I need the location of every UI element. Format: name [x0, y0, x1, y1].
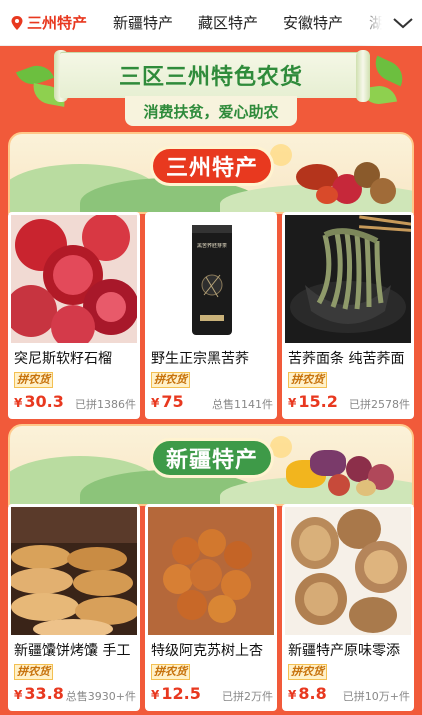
- sold-count: 已拼10万+件: [342, 690, 410, 703]
- tab-label: 三州特产: [27, 14, 88, 32]
- promo-banner: 三区三州特色农货 消费扶贫，爱心助农: [0, 46, 422, 130]
- product-image-naan: [11, 507, 137, 635]
- product-grid-sanzhou: 突尼斯软籽石榴 拼农货 ¥30.3 已拼1386件 黑苦荞胚芽茶 野生正宗黑苦荞…: [8, 212, 414, 419]
- product-price: ¥33.8: [14, 684, 64, 703]
- price-value: 75: [161, 392, 184, 411]
- pin-nonghuo-badge: 拼农货: [151, 664, 190, 680]
- tab-xinjiang[interactable]: 新疆特产: [113, 0, 173, 46]
- product-name: 野生正宗黑苦荞: [151, 351, 249, 367]
- currency-symbol: ¥: [14, 688, 23, 702]
- banner-title: 三区三州特色农货: [118, 65, 303, 90]
- sold-count: 已拼2578件: [349, 398, 410, 411]
- tab-zangqu[interactable]: 藏区特产: [198, 0, 258, 46]
- product-image-walnuts: [285, 507, 411, 635]
- section-header-sanzhou: 三州特产: [8, 132, 414, 214]
- section-title-pill: 三州特产: [150, 146, 274, 186]
- currency-symbol: ¥: [288, 396, 297, 410]
- product-image-pomegranate: [11, 215, 137, 343]
- section-header-xinjiang: 新疆特产: [8, 424, 414, 506]
- section-title: 三州特产: [165, 156, 258, 181]
- product-image-noodles: [285, 215, 411, 343]
- product-price: ¥12.5: [151, 684, 201, 703]
- product-card[interactable]: 特级阿克苏树上杏 拼农货 ¥12.5 已拼2万件: [145, 504, 277, 711]
- section-title-pill: 新疆特产: [150, 438, 274, 478]
- sold-count: 已拼2万件: [222, 690, 273, 703]
- banner-scroll: 三区三州特色农货: [60, 52, 362, 98]
- tab-sanzhou[interactable]: 三州特产: [10, 0, 87, 46]
- product-name: 特级阿克苏树上杏: [151, 643, 263, 659]
- pin-nonghuo-badge: 拼农货: [14, 372, 53, 388]
- section-title: 新疆特产: [165, 448, 258, 473]
- product-price: ¥75: [151, 392, 184, 411]
- product-name: 新疆特产原味零添: [288, 643, 400, 659]
- product-card[interactable]: 新疆特产原味零添 拼农货 ¥8.8 已拼10万+件: [282, 504, 414, 711]
- currency-symbol: ¥: [14, 396, 23, 410]
- product-card[interactable]: 突尼斯软籽石榴 拼农货 ¥30.3 已拼1386件: [8, 212, 140, 419]
- pin-nonghuo-badge: 拼农货: [288, 664, 327, 680]
- pin-nonghuo-badge: 拼农货: [14, 664, 53, 680]
- sold-count: 已拼1386件: [75, 398, 136, 411]
- category-tab-bar: 三州特产 新疆特产 藏区特产 安徽特产 湖: [0, 0, 422, 46]
- product-grid-xinjiang: 新疆馕饼烤馕 手工 拼农货 ¥33.8 总售3930+件 特级阿克苏树上杏 拼农…: [8, 504, 414, 711]
- currency-symbol: ¥: [151, 688, 160, 702]
- product-image-tea-can: 黑苦荞胚芽茶: [148, 215, 274, 343]
- sold-count: 总售1141件: [212, 398, 273, 411]
- product-card[interactable]: 新疆馕饼烤馕 手工 拼农货 ¥33.8 总售3930+件: [8, 504, 140, 711]
- price-value: 8.8: [298, 684, 327, 703]
- tab-anhui[interactable]: 安徽特产: [283, 0, 343, 46]
- leaf-decoration: [369, 55, 409, 87]
- product-name: 苦荞面条 纯苦荞面: [288, 351, 405, 367]
- price-value: 30.3: [24, 392, 64, 411]
- price-value: 15.2: [298, 392, 338, 411]
- tab-label: 藏区特产: [198, 14, 259, 32]
- product-card[interactable]: 苦荞面条 纯苦荞面 拼农货 ¥15.2 已拼2578件: [282, 212, 414, 419]
- chevron-down-icon: [393, 18, 413, 29]
- product-price: ¥30.3: [14, 392, 64, 411]
- tea-can-label: 黑苦荞胚芽茶: [196, 243, 227, 249]
- product-card[interactable]: 黑苦荞胚芽茶 野生正宗黑苦荞 拼农货 ¥75 总售1141件: [145, 212, 277, 419]
- product-price: ¥15.2: [288, 392, 338, 411]
- tab-label: 新疆特产: [113, 14, 174, 32]
- more-tabs-button[interactable]: [384, 0, 422, 46]
- tab-label: 安徽特产: [283, 14, 344, 32]
- price-value: 33.8: [24, 684, 64, 703]
- pin-nonghuo-badge: 拼农货: [151, 372, 190, 388]
- product-name: 新疆馕饼烤馕 手工: [14, 643, 131, 659]
- currency-symbol: ¥: [288, 688, 297, 702]
- pin-nonghuo-badge: 拼农货: [288, 372, 327, 388]
- banner-subtitle-box: 消费扶贫，爱心助农: [125, 96, 297, 126]
- location-pin-icon: [11, 15, 23, 30]
- product-image-apricots: [148, 507, 274, 635]
- currency-symbol: ¥: [151, 396, 160, 410]
- price-value: 12.5: [161, 684, 201, 703]
- product-price: ¥8.8: [288, 684, 327, 703]
- scroll-roll-right: [356, 50, 370, 102]
- sold-count: 总售3930+件: [65, 690, 136, 703]
- product-name: 突尼斯软籽石榴: [14, 351, 112, 367]
- banner-subtitle: 消费扶贫，爱心助农: [143, 102, 279, 121]
